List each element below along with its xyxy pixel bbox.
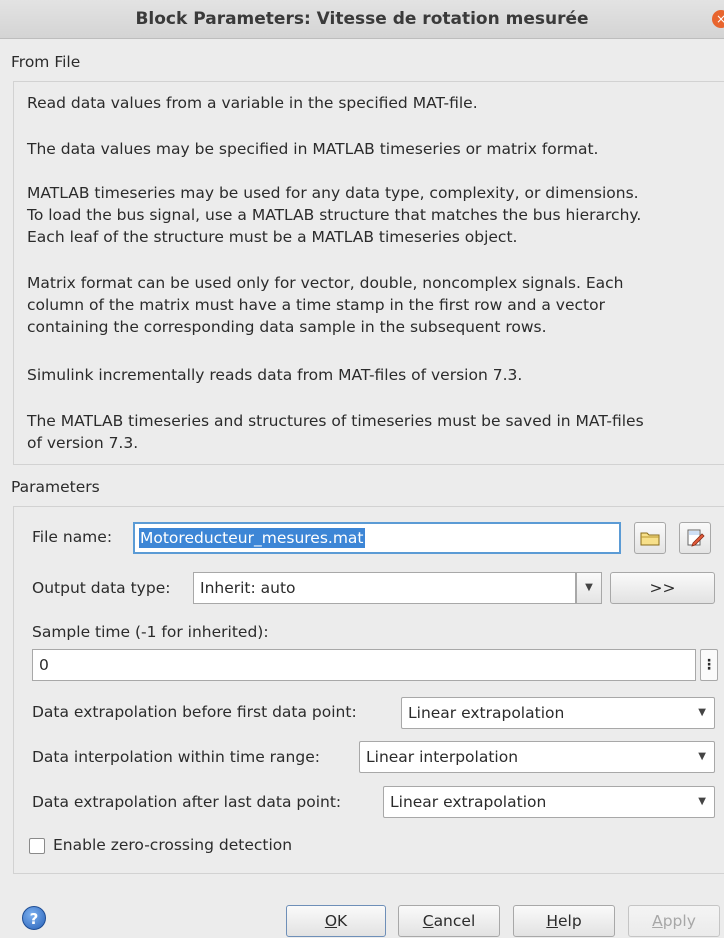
file-name-input[interactable]: Motoreducteur_mesures.mat (133, 522, 621, 554)
show-assistant-button[interactable]: >> (610, 572, 715, 604)
interpolation-select[interactable]: Linear interpolation ▼ (359, 741, 715, 773)
window-title: Block Parameters: Vitesse de rotation me… (135, 9, 589, 29)
chevron-down-icon: ▼ (698, 796, 706, 807)
parameters-label: Parameters (11, 478, 100, 496)
extrap-before-select[interactable]: Linear extrapolation ▼ (401, 697, 715, 729)
output-type-value: Inherit: auto (200, 579, 296, 597)
description-paragraph: Read data values from a variable in the … (27, 94, 478, 112)
sample-time-value: 0 (39, 656, 49, 674)
title-bar: Block Parameters: Vitesse de rotation me… (0, 0, 724, 39)
help-icon[interactable]: ? (22, 906, 46, 930)
output-type-combo[interactable]: Inherit: auto (193, 572, 576, 604)
output-type-dropdown-arrow[interactable]: ▼ (576, 572, 602, 604)
output-type-label: Output data type: (32, 579, 171, 597)
ok-button[interactable]: OK (286, 905, 386, 937)
edit-file-icon (687, 529, 705, 547)
chevron-down-icon: ▼ (698, 751, 706, 762)
sample-time-input[interactable]: 0 (32, 649, 696, 681)
interpolation-value: Linear interpolation (366, 748, 519, 766)
help-button[interactable]: Help (513, 905, 615, 937)
description-paragraph: Simulink incrementally reads data from M… (27, 366, 523, 384)
folder-icon (640, 532, 660, 546)
apply-button[interactable]: Apply (628, 905, 720, 937)
interpolation-label: Data interpolation within time range: (32, 748, 320, 766)
extrap-after-value: Linear extrapolation (390, 793, 547, 811)
help-label-rest: elp (557, 912, 582, 930)
zero-crossing-checkbox[interactable] (29, 838, 45, 854)
more-options-icon[interactable]: ⋮ (700, 649, 718, 681)
extrap-after-label: Data extrapolation after last data point… (32, 793, 342, 811)
cancel-button[interactable]: Cancel (398, 905, 500, 937)
help-mnemonic: H (546, 912, 558, 930)
file-name-value: Motoreducteur_mesures.mat (139, 528, 365, 548)
browse-button[interactable] (634, 522, 666, 554)
description-paragraph: MATLAB timeseries may be used for any da… (27, 184, 642, 246)
description-paragraph: The data values may be specified in MATL… (27, 140, 599, 158)
description-box: Read data values from a variable in the … (13, 81, 724, 465)
apply-mnemonic: A (652, 912, 663, 930)
chevron-down-icon: ▼ (698, 707, 706, 718)
sample-time-label: Sample time (-1 for inherited): (32, 623, 269, 641)
cancel-mnemonic: C (422, 912, 434, 930)
description-paragraph: Matrix format can be used only for vecto… (27, 274, 624, 336)
extrap-before-value: Linear extrapolation (408, 704, 565, 722)
parameters-box (13, 506, 724, 874)
edit-file-button[interactable] (679, 522, 711, 554)
file-name-label: File name: (32, 528, 113, 546)
close-icon[interactable]: × (712, 10, 724, 28)
zero-crossing-label: Enable zero-crossing detection (53, 836, 293, 854)
extrap-before-label: Data extrapolation before first data poi… (32, 703, 357, 721)
extrap-after-select[interactable]: Linear extrapolation ▼ (383, 786, 715, 818)
cancel-label-rest: ancel (433, 912, 476, 930)
block-type-label: From File (11, 53, 81, 71)
description-paragraph: The MATLAB timeseries and structures of … (27, 412, 644, 452)
ok-label-rest: K (337, 912, 348, 930)
ok-mnemonic: O (324, 912, 338, 930)
apply-label-rest: pply (662, 912, 696, 930)
